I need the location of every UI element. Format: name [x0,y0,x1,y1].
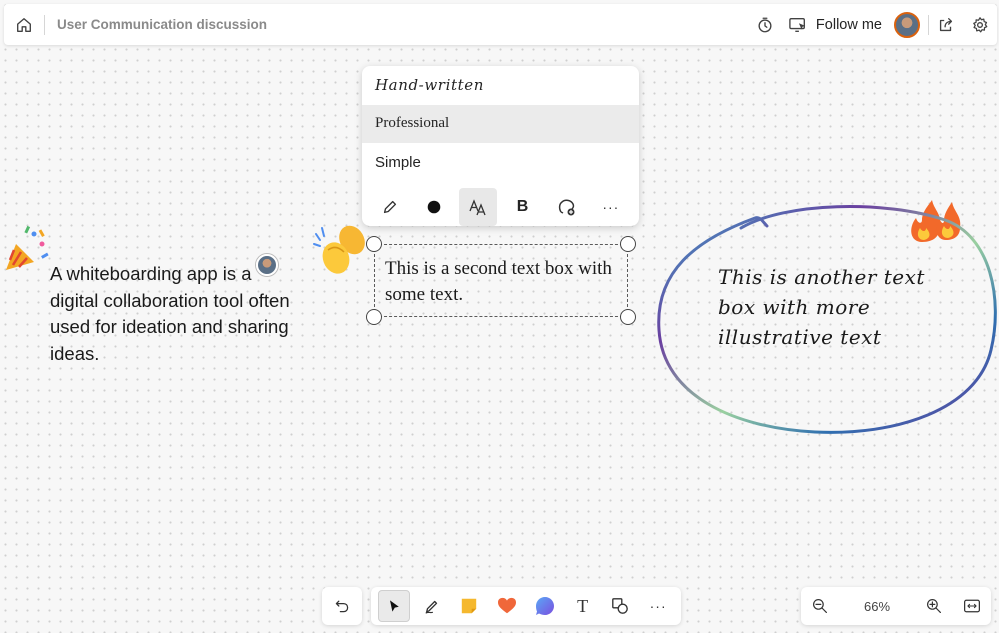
pen-icon [425,600,437,614]
illustrative-text[interactable]: This is another text box with more illus… [718,262,958,352]
share-button[interactable] [929,4,963,45]
whiteboard-text-note[interactable]: A whiteboarding app is a digital collabo… [50,261,300,367]
font-option-hand-written[interactable]: Hand-written [362,66,639,105]
font-button[interactable] [459,187,498,226]
add-reaction-button[interactable] [548,188,586,226]
pen-tool[interactable] [416,590,448,622]
sticky-note-icon [462,598,477,614]
font-option-professional[interactable]: Professional [362,104,639,143]
reaction-add-icon [558,199,575,215]
bold-icon: B [516,197,529,215]
home-button[interactable] [4,4,44,45]
zoom-out-icon [813,599,827,613]
text-tool[interactable]: T [567,590,599,622]
collaborator-cursor-avatar [256,254,278,276]
text-icon: T [577,595,589,616]
color-button[interactable] [415,188,453,226]
selected-text-box[interactable]: This is a second text box with some text… [366,236,636,325]
present-icon [789,17,806,32]
follow-me-label: Follow me [815,16,882,33]
resize-handle-top-left[interactable] [366,236,382,252]
select-tool[interactable] [377,590,410,622]
zoom-level[interactable]: 66% [839,599,915,614]
resize-handle-bottom-left[interactable] [366,309,382,325]
undo-icon [335,600,349,613]
text-format-toolbar: B ··· [362,187,639,226]
pen-button[interactable] [371,188,409,226]
resize-handle-top-right[interactable] [620,236,636,252]
zoom-in-button[interactable] [915,587,953,625]
user-avatar[interactable] [894,11,920,38]
divider [44,14,45,35]
top-bar: User Communication discussion Follow me [4,4,997,45]
settings-button[interactable] [963,4,997,45]
zoom-out-button[interactable] [801,587,839,625]
document-title: User Communication discussion [57,17,268,32]
share-icon [939,17,953,31]
sticky-note-tool[interactable] [453,590,485,622]
more-icon: ··· [602,198,620,215]
fit-screen-icon [964,599,980,613]
settings-icon [973,16,988,32]
more-tools-button[interactable]: ··· [642,590,674,622]
reaction-tool[interactable] [491,590,523,622]
font-option-simple[interactable]: Simple [362,143,639,182]
confetti-icon [4,222,50,277]
follow-me-button[interactable]: Follow me [782,4,888,45]
font-style-menu: Hand-written Professional Simple B ··· [362,66,639,226]
select-icon [389,600,399,612]
zoom-controls: 66% [801,587,991,625]
pen-icon [384,200,397,213]
more-options-button[interactable]: ··· [592,188,630,226]
shapes-icon [612,598,629,614]
font-icon [469,198,486,215]
heart-icon [498,597,517,614]
timer-button[interactable] [748,4,782,45]
bold-button[interactable]: B [504,188,542,226]
zoom-in-icon [927,599,941,613]
resize-handle-bottom-right[interactable] [620,309,636,325]
home-icon [17,17,31,32]
comment-icon [535,597,554,615]
fit-to-screen-button[interactable] [953,587,991,625]
shapes-tool[interactable] [604,590,636,622]
clap-icon [312,220,374,283]
comment-tool[interactable] [529,590,561,622]
timer-icon [758,17,772,32]
more-icon: ··· [649,598,667,614]
color-dot-icon [427,200,441,213]
main-toolbar: T ··· [371,587,681,625]
selected-text-content[interactable]: This is a second text box with some text… [385,256,615,308]
undo-button[interactable] [322,587,362,625]
